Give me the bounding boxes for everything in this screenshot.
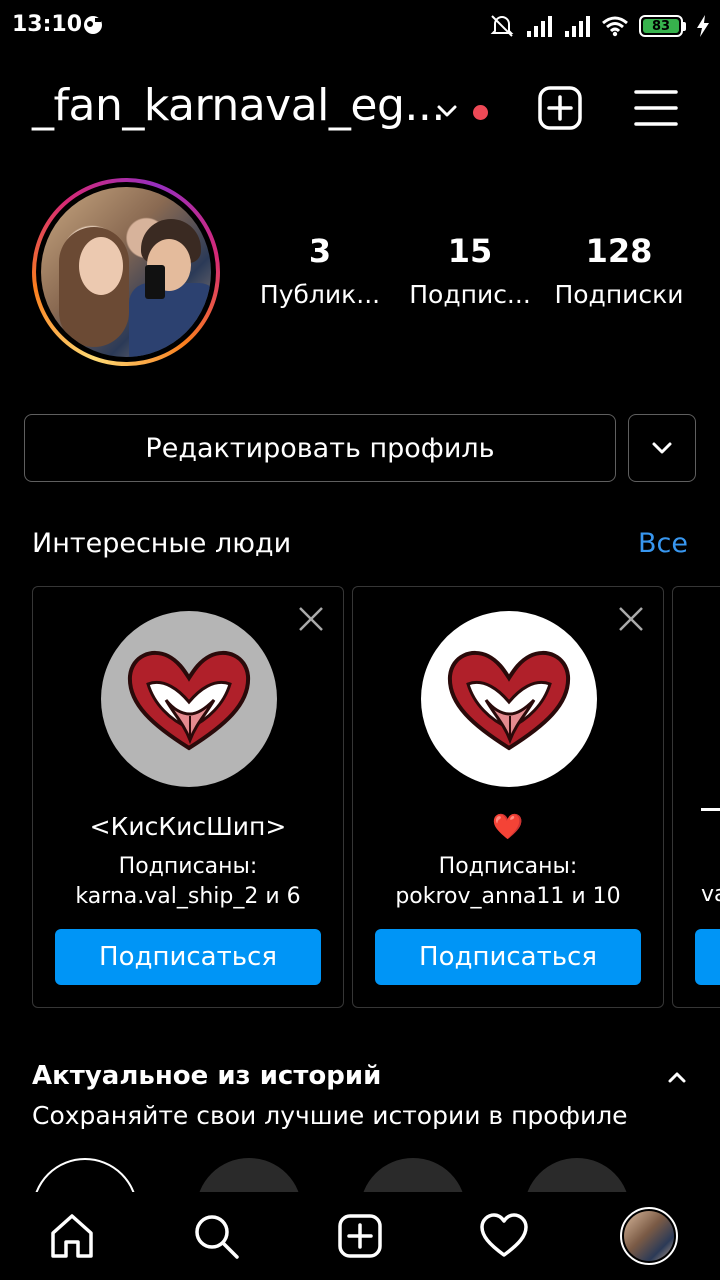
suggestion-card[interactable]: <КисКисШип> Подписаны: karna.val_ship_2 … <box>32 586 344 1008</box>
follow-button[interactable]: Подписаться <box>375 929 641 985</box>
suggestion-avatar[interactable] <box>101 611 277 787</box>
battery-icon: 83 <box>639 15 686 37</box>
nav-new-post[interactable] <box>332 1208 388 1264</box>
charging-icon <box>697 15 709 37</box>
menu-icon[interactable] <box>632 84 680 132</box>
follow-button[interactable]: Подписаться <box>55 929 321 985</box>
suggestion-avatar[interactable] <box>421 611 597 787</box>
bottom-navigation <box>0 1192 720 1280</box>
stat-label: Публик... <box>259 280 381 309</box>
status-time: 13:10 <box>12 12 83 37</box>
signal-icon <box>565 16 590 37</box>
close-icon[interactable] <box>297 605 325 633</box>
lips-heart-logo <box>447 650 571 751</box>
close-icon[interactable] <box>617 605 645 633</box>
suggestion-name[interactable]: <КисКисШип> <box>33 812 343 841</box>
new-post-icon <box>338 1214 382 1258</box>
search-icon <box>195 1215 239 1259</box>
stat-value: 128 <box>585 232 653 270</box>
new-post-icon[interactable] <box>536 84 584 132</box>
profile-header: _fan_karnaval_eg... <box>0 70 720 146</box>
status-bar: 13:10 83 <box>0 0 720 54</box>
stat-value: 3 <box>308 232 332 270</box>
posts-count[interactable]: 3 Публик... <box>245 232 395 309</box>
nav-activity[interactable] <box>476 1208 532 1264</box>
follow-button[interactable] <box>695 929 720 985</box>
mutuals-label: Подписаны: <box>118 854 258 879</box>
nav-search[interactable] <box>188 1208 244 1264</box>
suggestion-mutuals: Подписаны: pokrov_anna11 и 10 <box>353 852 663 912</box>
edit-profile-button[interactable]: Редактировать профиль <box>24 414 616 482</box>
notification-dot <box>473 105 488 120</box>
suggestion-mutuals: Подписаны: karna.val_ship_2 и 6 <box>33 852 343 912</box>
chevron-down-icon <box>652 442 672 454</box>
stat-label: Подписки <box>554 280 684 309</box>
partial-name-fragment <box>701 808 720 811</box>
mutuals-names: pokrov_anna11 и 10 <box>395 884 621 909</box>
mutuals-names: karna.val_ship_2 и 6 <box>75 884 301 909</box>
followers-count[interactable]: 15 Подпис... <box>395 232 545 309</box>
suggestions-toggle-button[interactable] <box>628 414 696 482</box>
lips-heart-logo <box>127 650 251 751</box>
home-icon <box>51 1214 93 1258</box>
username-switcher[interactable]: _fan_karnaval_eg... <box>32 80 445 131</box>
profile-avatar[interactable] <box>32 178 220 366</box>
nav-profile[interactable] <box>618 1205 680 1267</box>
battery-level: 83 <box>643 19 679 34</box>
signal-icon <box>527 16 552 37</box>
mutuals-names: va <box>701 882 720 907</box>
suggestion-name[interactable]: ❤️ <box>353 812 663 842</box>
suggestion-card[interactable]: ❤️ Подписаны: pokrov_anna11 и 10 Подписа… <box>352 586 664 1008</box>
mute-icon <box>490 15 514 37</box>
highlights-title: Актуальное из историй <box>32 1061 382 1091</box>
highlights-subtitle: Сохраняйте свои лучшие истории в профиле <box>32 1101 628 1130</box>
wifi-icon <box>602 16 628 37</box>
notification-icon <box>84 16 102 34</box>
chevron-down-icon[interactable] <box>434 98 460 124</box>
following-count[interactable]: 128 Подписки <box>544 232 694 309</box>
status-icons: 83 <box>489 12 710 40</box>
mutuals-label: Подписаны: <box>438 854 578 879</box>
stat-value: 15 <box>447 232 493 270</box>
profile-stats: 3 Публик... 15 Подпис... 128 Подписки <box>250 232 710 322</box>
nav-home[interactable] <box>44 1208 100 1264</box>
profile-avatar <box>620 1207 678 1265</box>
chevron-up-icon[interactable] <box>664 1064 690 1090</box>
stat-label: Подпис... <box>409 280 531 309</box>
see-all-link[interactable]: Все <box>638 528 688 559</box>
profile-photo <box>41 187 211 357</box>
suggestions-title: Интересные люди <box>32 528 292 559</box>
suggestion-card-partial[interactable]: va <box>672 586 720 1008</box>
heart-icon <box>480 1213 528 1257</box>
